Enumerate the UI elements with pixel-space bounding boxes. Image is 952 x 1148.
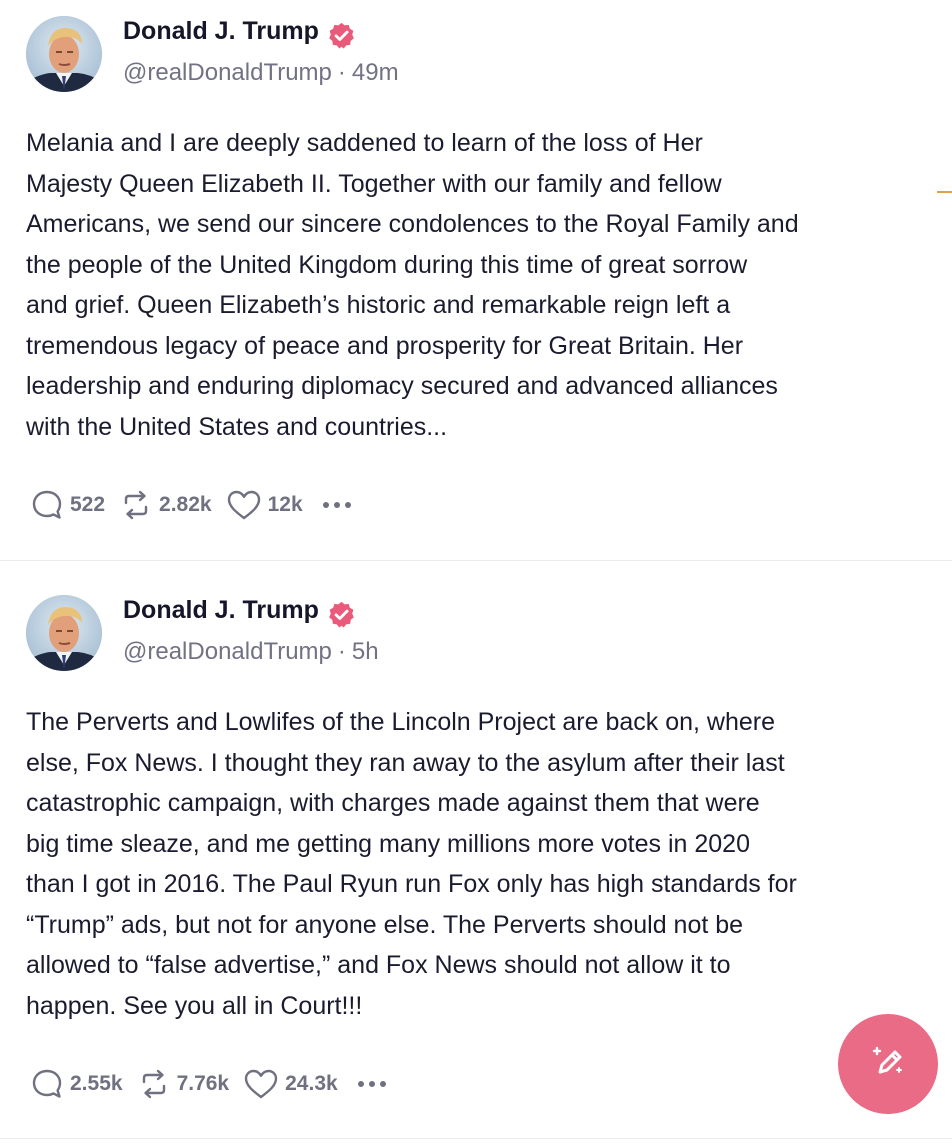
author-name[interactable]: Donald J. Trump bbox=[123, 596, 319, 625]
retruth-count: 7.76k bbox=[176, 1072, 230, 1095]
post-text: The Perverts and Lowlifes of the Lincoln… bbox=[26, 708, 797, 1020]
more-options-icon[interactable] bbox=[322, 502, 356, 508]
post[interactable]: Donald J. Trump @realDonaldTrump · 49m Mel… bbox=[0, 0, 952, 561]
retruth-count: 2.82k bbox=[159, 493, 212, 516]
heart-icon bbox=[243, 1067, 279, 1101]
like-count: 12k bbox=[267, 493, 303, 516]
avatar[interactable] bbox=[26, 595, 102, 671]
avatar[interactable] bbox=[26, 16, 102, 92]
post[interactable]: Donald J. Trump @realDonaldTrump · 5h The … bbox=[0, 561, 952, 1139]
verified-badge-icon bbox=[327, 21, 356, 50]
author-handle[interactable]: @realDonaldTrump bbox=[123, 638, 332, 665]
post-text: Melania and I are deeply saddened to lea… bbox=[26, 129, 799, 441]
author-handle[interactable]: @realDonaldTrump bbox=[123, 59, 332, 86]
reply-icon bbox=[30, 1067, 64, 1101]
compose-button[interactable] bbox=[838, 1014, 938, 1114]
retruth-icon bbox=[119, 488, 153, 522]
edge-marker bbox=[937, 191, 952, 193]
reply-button[interactable]: 522 bbox=[30, 488, 105, 522]
like-count: 24.3k bbox=[285, 1072, 338, 1095]
post-actions: 2.55k 7.76k 24.3k bbox=[30, 1064, 391, 1104]
retruth-button[interactable]: 7.76k bbox=[137, 1067, 230, 1101]
post-meta: @realDonaldTrump · 5h bbox=[123, 638, 379, 666]
reply-count: 522 bbox=[70, 493, 106, 516]
reply-icon bbox=[30, 488, 64, 522]
meta-separator: · bbox=[337, 59, 346, 86]
reply-button[interactable]: 2.55k bbox=[30, 1067, 123, 1101]
author-name[interactable]: Donald J. Trump bbox=[123, 17, 319, 46]
post-timestamp[interactable]: 49m bbox=[352, 59, 399, 86]
meta-separator: · bbox=[337, 638, 346, 665]
post-timestamp[interactable]: 5h bbox=[352, 638, 379, 665]
verified-badge-icon bbox=[327, 600, 356, 629]
more-options-icon[interactable] bbox=[357, 1081, 391, 1087]
compose-icon bbox=[868, 1042, 908, 1086]
like-button[interactable]: 12k bbox=[226, 488, 303, 522]
timeline-feed: Donald J. Trump @realDonaldTrump · 49m Mel… bbox=[0, 0, 952, 1148]
post-meta: @realDonaldTrump · 49m bbox=[123, 59, 399, 87]
reply-count: 2.55k bbox=[70, 1072, 123, 1095]
retruth-icon bbox=[137, 1067, 171, 1101]
post-actions: 522 2.82k 12k bbox=[30, 485, 356, 525]
retruth-button[interactable]: 2.82k bbox=[119, 488, 212, 522]
heart-icon bbox=[226, 488, 262, 522]
like-button[interactable]: 24.3k bbox=[243, 1067, 338, 1101]
